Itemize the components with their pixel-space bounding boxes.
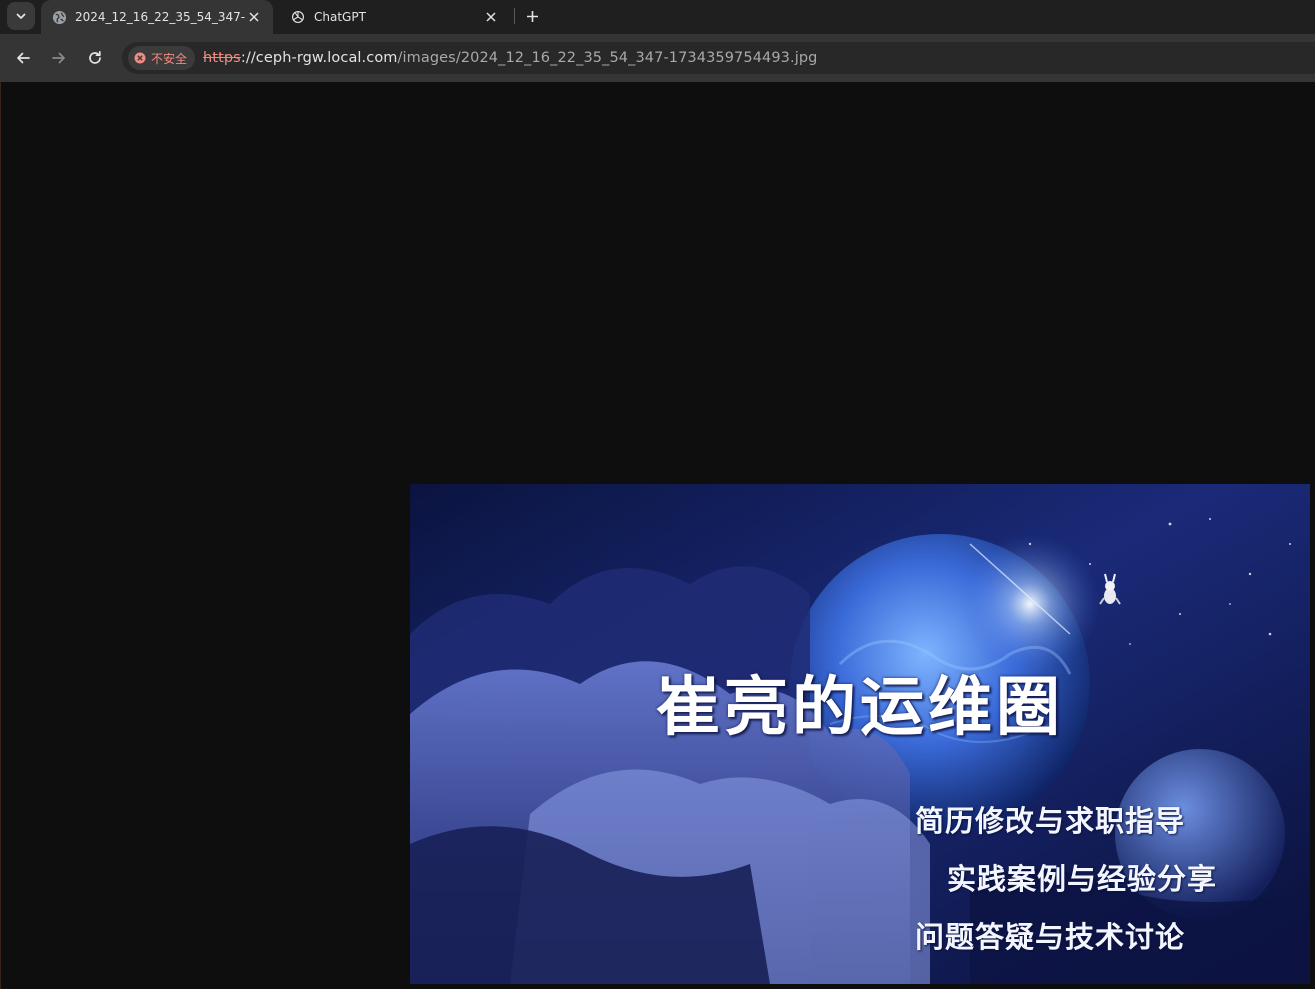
banner-headline: 崔亮的运维圈 [656, 670, 1064, 745]
tab-title: ChatGPT [314, 10, 366, 24]
back-button[interactable] [9, 44, 37, 72]
banner-image[interactable]: 崔亮的运维圈 简历修改与求职指导 实践案例与经验分享 问题答疑与技术讨论 [410, 484, 1310, 984]
banner-tagline: 问题答疑与技术讨论 [915, 920, 1186, 954]
arrow-right-icon [52, 52, 65, 64]
url-text[interactable]: https://ceph-rgw.local.com/images/2024_1… [203, 50, 817, 66]
tab-title: 2024_12_16_22_35_54_347-1734359754493.jp… [75, 10, 245, 24]
banner-tagline: 实践案例与经验分享 [947, 862, 1218, 896]
address-bar[interactable]: 不安全 https://ceph-rgw.local.com/images/20… [122, 42, 1315, 74]
url-host: ://ceph-rgw.local.com [240, 50, 398, 66]
forward-button[interactable] [45, 44, 73, 72]
tab-separator [514, 8, 515, 24]
tab-image[interactable]: 2024_12_16_22_35_54_347-1734359754493.jp… [41, 0, 273, 34]
security-label: 不安全 [151, 51, 188, 66]
chevron-down-icon [16, 13, 26, 19]
plus-icon [526, 10, 538, 22]
banner-tagline: 简历修改与求职指导 [915, 804, 1186, 838]
warning-circle-icon [134, 52, 146, 64]
security-indicator[interactable]: 不安全 [128, 46, 196, 70]
openai-icon [290, 9, 306, 25]
image-viewer: 崔亮的运维圈 简历修改与求职指导 实践案例与经验分享 问题答疑与技术讨论 [0, 82, 1315, 989]
new-tab-button[interactable] [520, 4, 544, 28]
url-path: /images/2024_12_16_22_35_54_347-17343597… [397, 50, 818, 66]
reload-button[interactable] [81, 44, 109, 72]
tab-chatgpt[interactable]: ChatGPT [280, 0, 510, 34]
close-tab-icon[interactable] [482, 8, 500, 26]
arrow-left-icon [17, 52, 30, 64]
tab-search-button[interactable] [7, 2, 35, 30]
url-scheme: https [203, 50, 241, 66]
browser-toolbar: 不安全 https://ceph-rgw.local.com/images/20… [0, 34, 1315, 82]
reload-icon [89, 50, 101, 64]
close-tab-icon[interactable] [245, 8, 263, 26]
tab-strip: 2024_12_16_22_35_54_347-1734359754493.jp… [0, 0, 1315, 34]
globe-icon [51, 9, 67, 25]
